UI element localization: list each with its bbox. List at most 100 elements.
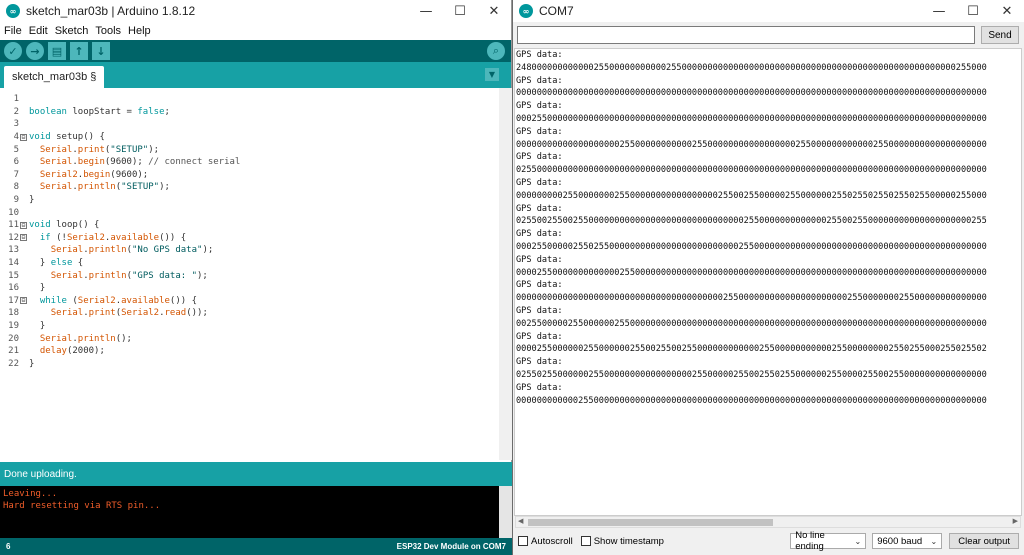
line-number: 6 [13, 157, 19, 168]
arrow-down-icon: ↓ [96, 44, 106, 58]
serial-output-line: 0000255000000255000000255002550025500000… [516, 344, 987, 355]
line-number: 14 [8, 258, 19, 269]
status-bar: Done uploading. [0, 462, 512, 486]
console-scrollbar[interactable] [499, 486, 512, 538]
code-text: } [29, 283, 46, 294]
serial-output-line: GPS data: [516, 50, 563, 60]
new-file-icon: ▤ [51, 44, 63, 58]
line-number: 16 [8, 283, 19, 294]
code-text: void loop() { [29, 220, 100, 231]
chevron-down-icon: ⌄ [854, 536, 862, 546]
clear-output-button[interactable]: Clear output [949, 533, 1019, 549]
code-line: 22} [0, 358, 499, 371]
code-line: 4 ⊟ void setup() { [0, 131, 499, 144]
code-line: 5 Serial.print("SETUP"); [0, 143, 499, 156]
code-line: 12 ⊟ if (!Serial2.available()) { [0, 232, 499, 245]
checkbox-box[interactable] [518, 536, 528, 546]
code-text: while (Serial2.available()) { [39, 295, 198, 306]
serial-output-line: GPS data: [516, 101, 563, 112]
menu-sketch[interactable]: Sketch [55, 25, 89, 37]
code-line: 1 [0, 93, 499, 106]
code-line: 18 Serial.print(Serial2.read()); [0, 307, 499, 320]
ide-window-title: sketch_mar03b | Arduino 1.8.12 [26, 4, 196, 18]
line-number: 22 [8, 358, 19, 369]
new-sketch-button[interactable]: ▤ [48, 42, 66, 60]
serial-monitor-window: ∞ COM7 — ☐ ✕ Send GPS data: 2480000000000… [513, 0, 1024, 555]
code-text: Serial.print("SETUP"); [39, 144, 160, 155]
editor-scrollbar[interactable] [499, 88, 512, 460]
line-number: 9 [13, 195, 19, 206]
line-number: 17 [8, 295, 19, 306]
serial-output-line: 0000000000000000000000000000000000000000… [516, 293, 987, 304]
code-text: } [29, 195, 35, 206]
menu-help[interactable]: Help [128, 25, 151, 37]
maximize-button[interactable]: ☐ [443, 0, 477, 22]
baud-rate-value: 9600 baud [877, 535, 923, 547]
serial-output-line: 0000000002550000000255000000000000000002… [516, 190, 987, 201]
open-sketch-button[interactable]: ↑ [70, 42, 88, 60]
serial-output-line: GPS data: [516, 177, 563, 188]
send-button[interactable]: Send [981, 26, 1019, 44]
cursor-line-number: 6 [6, 542, 11, 551]
upload-button[interactable]: → [26, 42, 44, 60]
checkmark-icon: ✓ [8, 44, 18, 58]
code-line: 7 Serial2.begin(9600); [0, 169, 499, 182]
save-sketch-button[interactable]: ↓ [92, 42, 110, 60]
fold-toggle-icon[interactable]: ⊟ [20, 133, 27, 141]
minimize-button[interactable]: — [922, 0, 956, 22]
code-text: Serial.println(); [39, 333, 132, 344]
status-message: Done uploading. [4, 468, 77, 480]
code-line: 9} [0, 194, 499, 207]
line-number: 7 [13, 169, 19, 180]
line-number: 2 [13, 106, 19, 117]
maximize-button[interactable]: ☐ [956, 0, 990, 22]
line-number: 12 [8, 232, 19, 243]
verify-button[interactable]: ✓ [4, 42, 22, 60]
output-horizontal-scrollbar[interactable]: ◀ ▶ [515, 516, 1021, 528]
code-line: 16 } [0, 282, 499, 295]
line-number: 20 [8, 333, 19, 344]
menu-tools[interactable]: Tools [95, 25, 121, 37]
triangle-down-icon: ▼ [488, 70, 496, 79]
code-line: 6 Serial.begin(9600); // connect serial [0, 156, 499, 169]
code-line: 20 Serial.println(); [0, 332, 499, 345]
code-text: Serial.begin(9600); // connect serial [39, 157, 241, 168]
arduino-logo-icon: ∞ [519, 4, 533, 18]
scrollbar-thumb[interactable] [528, 519, 773, 526]
serial-output-line: GPS data: [516, 229, 563, 240]
close-button[interactable]: ✕ [477, 0, 511, 22]
line-ending-select[interactable]: No line ending ⌄ [790, 530, 867, 552]
scroll-left-icon[interactable]: ◀ [518, 517, 523, 525]
console-output: Leaving... Hard resetting via RTS pin... [0, 486, 499, 538]
baud-rate-select[interactable]: 9600 baud ⌄ [872, 533, 943, 549]
console-line: Leaving... [3, 489, 58, 499]
serial-output-line: 0255002550025500000000000000000000000000… [516, 216, 987, 227]
fold-toggle-icon[interactable]: ⊟ [20, 234, 27, 242]
menu-file[interactable]: File [4, 25, 22, 37]
minimize-button[interactable]: — [409, 0, 443, 22]
fold-toggle-icon[interactable]: ⊟ [20, 297, 27, 305]
ide-toolbar: ✓ → ▤ ↑ ↓ ⌕ [0, 40, 511, 62]
code-text: } [29, 321, 46, 332]
checkbox-box[interactable] [580, 536, 591, 546]
tab-menu-button[interactable]: ▼ [485, 68, 499, 81]
line-number: 5 [13, 144, 19, 155]
scroll-right-icon[interactable]: ▶ [1013, 517, 1018, 525]
close-button[interactable]: ✕ [990, 0, 1024, 22]
fold-toggle-icon[interactable]: ⊟ [20, 221, 27, 229]
code-text: Serial.println("GPS data: "); [50, 270, 208, 281]
code-editor[interactable]: 1 2 boolean loopStart = false; 3 4 ⊟ void setu… [0, 88, 499, 460]
serial-output-line: GPS data: [516, 357, 563, 368]
menu-edit[interactable]: Edit [29, 25, 48, 37]
timestamp-checkbox[interactable]: Show timestamp [580, 536, 664, 547]
code-text: boolean loopStart = false; [29, 106, 170, 117]
serial-monitor-button[interactable]: ⌕ [487, 42, 505, 60]
autoscroll-checkbox[interactable]: Autoscroll [518, 536, 573, 547]
autoscroll-label: Autoscroll [531, 535, 573, 547]
serial-input[interactable] [517, 26, 975, 44]
tab-sketch[interactable]: sketch_mar03b § [4, 66, 105, 88]
code-line: 17 ⊟ while (Serial2.available()) { [0, 295, 499, 308]
serial-output-line: GPS data: [516, 152, 563, 163]
line-number: 8 [13, 182, 19, 193]
line-number: 3 [13, 119, 19, 130]
